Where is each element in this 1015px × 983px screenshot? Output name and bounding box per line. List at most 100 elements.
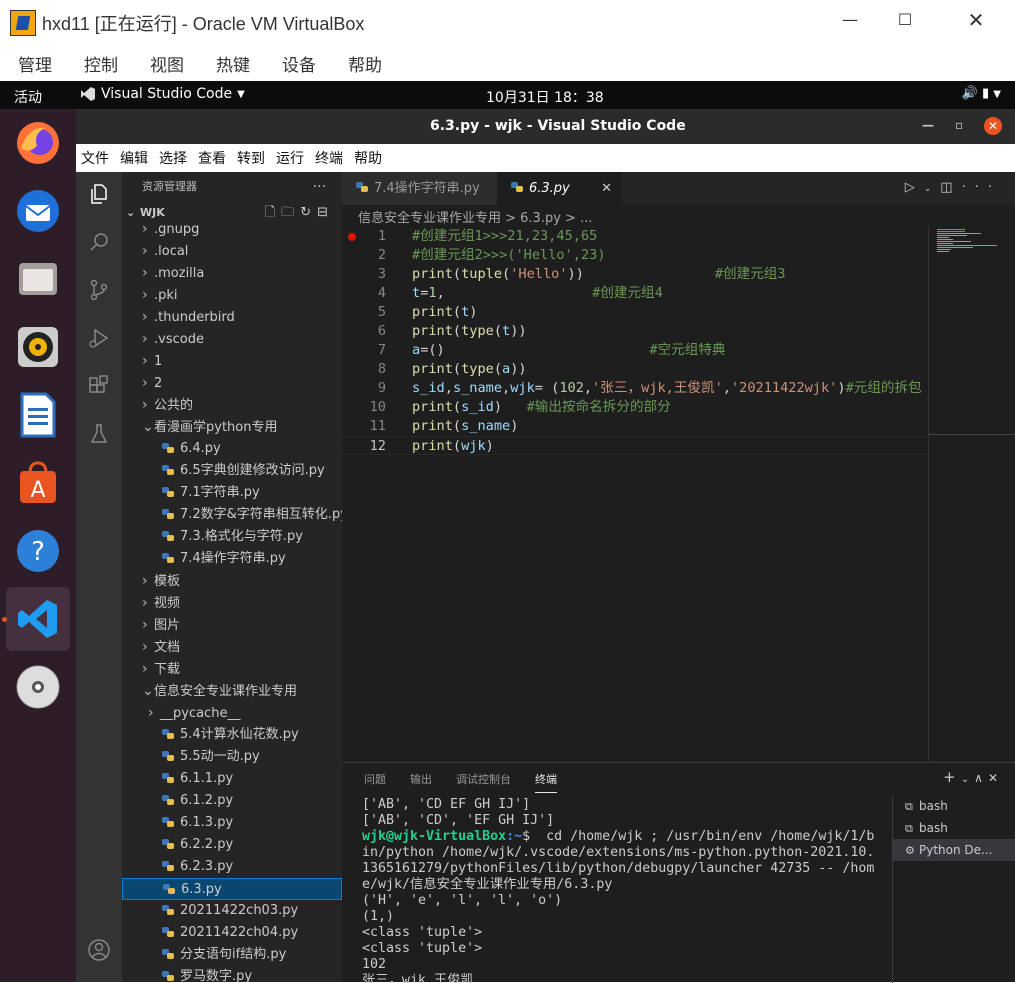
run-icon[interactable]: ▷ bbox=[905, 180, 924, 195]
vbox-menu-item[interactable]: 热键 bbox=[216, 51, 250, 76]
files-icon[interactable] bbox=[14, 255, 62, 303]
tree-folder[interactable]: ⌄信息安全专业课作业专用 bbox=[122, 680, 342, 702]
help-icon[interactable]: ? bbox=[14, 527, 62, 575]
dvd-icon[interactable] bbox=[14, 663, 62, 711]
tree-file[interactable]: 分支语句if结构.py bbox=[122, 944, 342, 966]
firefox-icon[interactable] bbox=[14, 119, 62, 167]
tree-file[interactable]: 20211422ch03.py bbox=[122, 900, 342, 922]
split-editor-icon[interactable]: ◫ bbox=[940, 180, 961, 195]
code-line[interactable]: 3 print(tuple('Hello')) #创建元组3 bbox=[342, 265, 928, 284]
activities-button[interactable]: 活动 bbox=[14, 87, 42, 107]
vbox-menu-item[interactable]: 帮助 bbox=[348, 51, 382, 76]
code-line[interactable]: 1 #创建元组1>>>21,23,45,65 bbox=[342, 227, 928, 246]
tree-folder[interactable]: › __pycache__ bbox=[122, 702, 342, 724]
tree-file[interactable]: 6.2.2.py bbox=[122, 834, 342, 856]
tree-folder[interactable]: › .pki bbox=[122, 284, 342, 306]
vbox-menu-item[interactable]: 视图 bbox=[150, 51, 184, 76]
account-icon[interactable] bbox=[85, 936, 113, 964]
tree-folder[interactable]: › .mozilla bbox=[122, 262, 342, 284]
vscode-menu-item[interactable]: 编辑 bbox=[120, 148, 148, 168]
tree-file[interactable]: 6.5字典创建修改访问.py bbox=[122, 460, 342, 482]
code-line[interactable]: 8 print(type(a)) bbox=[342, 360, 928, 379]
code-editor[interactable]: 1 #创建元组1>>>21,23,45,65 2 #创建元组2>>>('Hello',… bbox=[342, 227, 928, 457]
tree-file[interactable]: 6.1.3.py bbox=[122, 812, 342, 834]
close-icon[interactable]: ✕ bbox=[984, 117, 1002, 135]
more-actions-icon[interactable]: ··· bbox=[962, 180, 1001, 195]
minimap[interactable] bbox=[928, 227, 1015, 762]
vscode-menu-item[interactable]: 文件 bbox=[81, 148, 109, 168]
restore-icon[interactable]: ▫ bbox=[955, 118, 963, 132]
source-control-icon[interactable] bbox=[85, 276, 113, 304]
terminal-output[interactable]: ['AB', 'CD EF GH IJ'] ['AB', 'CD', 'EF GH… bbox=[362, 797, 882, 983]
minimize-icon[interactable]: — bbox=[840, 10, 860, 30]
extensions-icon[interactable] bbox=[85, 372, 113, 400]
system-tray[interactable]: 🔊 ▮ ▼ bbox=[962, 86, 1001, 101]
close-icon[interactable]: ✕ bbox=[966, 10, 986, 30]
tab-debug-console[interactable]: 调试控制台 bbox=[456, 771, 511, 787]
tab-problems[interactable]: 问题 bbox=[364, 771, 386, 787]
tab-output[interactable]: 输出 bbox=[410, 771, 432, 787]
tree-file[interactable]: 罗马数字.py bbox=[122, 966, 342, 982]
terminal-instance[interactable]: ⚙ Python De... bbox=[893, 839, 1015, 861]
tree-folder[interactable]: › 1 bbox=[122, 350, 342, 372]
code-line[interactable]: 10 print(s_id) #输出按命名拆分的部分 bbox=[342, 398, 928, 417]
tab-6-3[interactable]: 6.3.py ✕ bbox=[497, 172, 622, 205]
tab-terminal[interactable]: 终端 bbox=[535, 771, 557, 793]
tree-folder[interactable]: › 下载 bbox=[122, 658, 342, 680]
tree-file[interactable]: 6.1.1.py bbox=[122, 768, 342, 790]
tree-folder[interactable]: › .vscode bbox=[122, 328, 342, 350]
code-line[interactable]: 11 print(s_name) bbox=[342, 417, 928, 436]
libreoffice-writer-icon[interactable] bbox=[14, 391, 62, 439]
explorer-icon[interactable] bbox=[85, 180, 113, 208]
app-menu[interactable]: Visual Studio Code ▼ bbox=[80, 86, 245, 102]
vscode-menu-item[interactable]: 转到 bbox=[237, 148, 265, 168]
search-icon[interactable] bbox=[85, 228, 113, 256]
terminal-instance[interactable]: ⧉ bash bbox=[893, 817, 1015, 839]
code-line[interactable]: 9 s_id,s_name,wjk= (102,'张三，wjk,王俊凯','202… bbox=[342, 379, 928, 398]
clock[interactable]: 10月31日 18：38 bbox=[486, 87, 604, 107]
tree-folder[interactable]: ⌄看漫画学python专用 bbox=[122, 416, 342, 438]
thunderbird-icon[interactable] bbox=[14, 187, 62, 235]
tree-file[interactable]: 5.4计算水仙花数.py bbox=[122, 724, 342, 746]
vbox-menu-item[interactable]: 设备 bbox=[282, 51, 316, 76]
maximize-icon[interactable]: ☐ bbox=[895, 10, 915, 30]
code-line[interactable]: 5 print(t) bbox=[342, 303, 928, 322]
vscode-menu-item[interactable]: 帮助 bbox=[354, 148, 382, 168]
tree-file[interactable]: 6.3.py bbox=[122, 878, 342, 900]
tree-file[interactable]: 7.1字符串.py bbox=[122, 482, 342, 504]
tree-file[interactable]: 6.4.py bbox=[122, 438, 342, 460]
vscode-menu-item[interactable]: 运行 bbox=[276, 148, 304, 168]
chevron-down-icon[interactable]: ⌄ bbox=[924, 184, 941, 194]
vscode-menu-item[interactable]: 终端 bbox=[315, 148, 343, 168]
breadcrumb[interactable]: 信息安全专业课作业专用 > 6.3.py > ... bbox=[358, 207, 592, 227]
terminal-instance[interactable]: ⧉ bash bbox=[893, 795, 1015, 817]
tab-7-4[interactable]: 7.4操作字符串.py bbox=[342, 172, 497, 205]
vscode-menu-item[interactable]: 选择 bbox=[159, 148, 187, 168]
tree-file[interactable]: 20211422ch04.py bbox=[122, 922, 342, 944]
tree-file[interactable]: 5.5动一动.py bbox=[122, 746, 342, 768]
vbox-menu-item[interactable]: 控制 bbox=[84, 51, 118, 76]
new-terminal-icon[interactable]: + bbox=[943, 768, 961, 786]
tab-close-icon[interactable]: ✕ bbox=[601, 172, 612, 205]
ubuntu-software-icon[interactable]: A bbox=[14, 459, 62, 507]
tree-folder[interactable]: › 文档 bbox=[122, 636, 342, 658]
tree-folder[interactable]: › 模板 bbox=[122, 570, 342, 592]
minimize-icon[interactable]: — bbox=[922, 118, 934, 132]
run-debug-icon[interactable] bbox=[85, 324, 113, 352]
maximize-panel-icon[interactable]: ∧ bbox=[974, 771, 988, 785]
code-line[interactable]: 4 t=1, #创建元组4 bbox=[342, 284, 928, 303]
chevron-down-icon[interactable]: ⌄ bbox=[961, 774, 974, 785]
tree-folder[interactable]: › 图片 bbox=[122, 614, 342, 636]
code-line[interactable]: 6 print(type(t)) bbox=[342, 322, 928, 341]
tree-folder[interactable]: › .thunderbird bbox=[122, 306, 342, 328]
rhythmbox-icon[interactable] bbox=[14, 323, 62, 371]
tree-folder[interactable]: › 2 bbox=[122, 372, 342, 394]
tree-file[interactable]: 6.2.3.py bbox=[122, 856, 342, 878]
tree-folder[interactable]: › 视频 bbox=[122, 592, 342, 614]
tree-file[interactable]: 7.2数字&字符串相互转化.py bbox=[122, 504, 342, 526]
tree-folder[interactable]: › 公共的 bbox=[122, 394, 342, 416]
tree-file[interactable]: 7.4操作字符串.py bbox=[122, 548, 342, 570]
testing-flask-icon[interactable] bbox=[85, 420, 113, 448]
tree-folder[interactable]: › .gnupg bbox=[122, 218, 342, 240]
code-line[interactable]: 7 a=() #空元组特典 bbox=[342, 341, 928, 360]
